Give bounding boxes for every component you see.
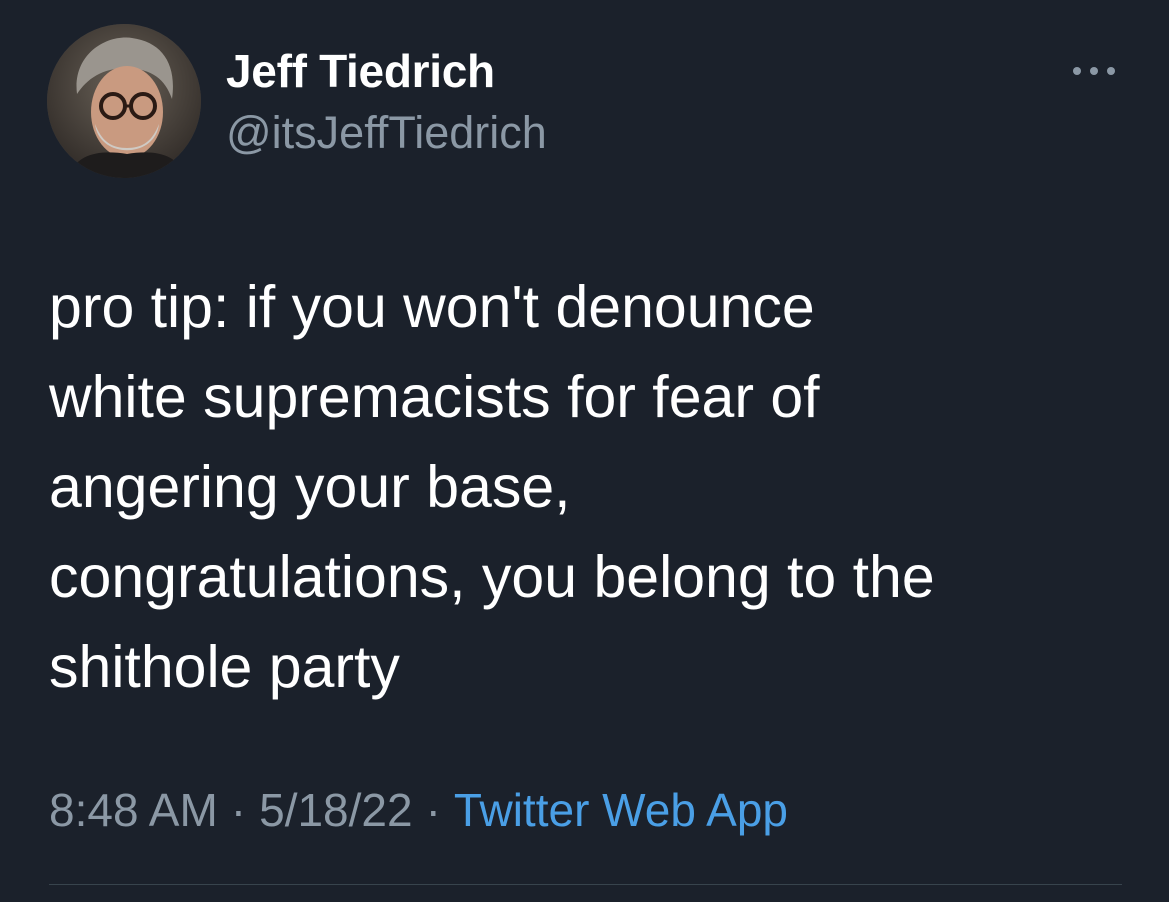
- divider: [49, 884, 1122, 885]
- profile-photo-icon: [47, 24, 201, 178]
- more-options-button[interactable]: [1066, 56, 1122, 86]
- tweet-card: Jeff Tiedrich @itsJeffTiedrich pro tip: …: [0, 0, 1169, 902]
- tweet-metadata: 8:48 AM · 5/18/22 · Twitter Web App: [49, 783, 788, 837]
- tweet-date[interactable]: 5/18/22: [259, 784, 412, 836]
- tweet-text: pro tip: if you won't denounce white sup…: [49, 274, 935, 700]
- avatar[interactable]: [47, 24, 201, 178]
- tweet-time[interactable]: 8:48 AM: [49, 784, 218, 836]
- author-display-name[interactable]: Jeff Tiedrich: [226, 44, 495, 98]
- meta-separator: ·: [425, 784, 441, 836]
- author-handle[interactable]: @itsJeffTiedrich: [226, 107, 547, 159]
- tweet-source-link[interactable]: Twitter Web App: [454, 784, 788, 836]
- meta-separator: ·: [230, 784, 247, 836]
- ellipsis-icon: [1073, 67, 1115, 75]
